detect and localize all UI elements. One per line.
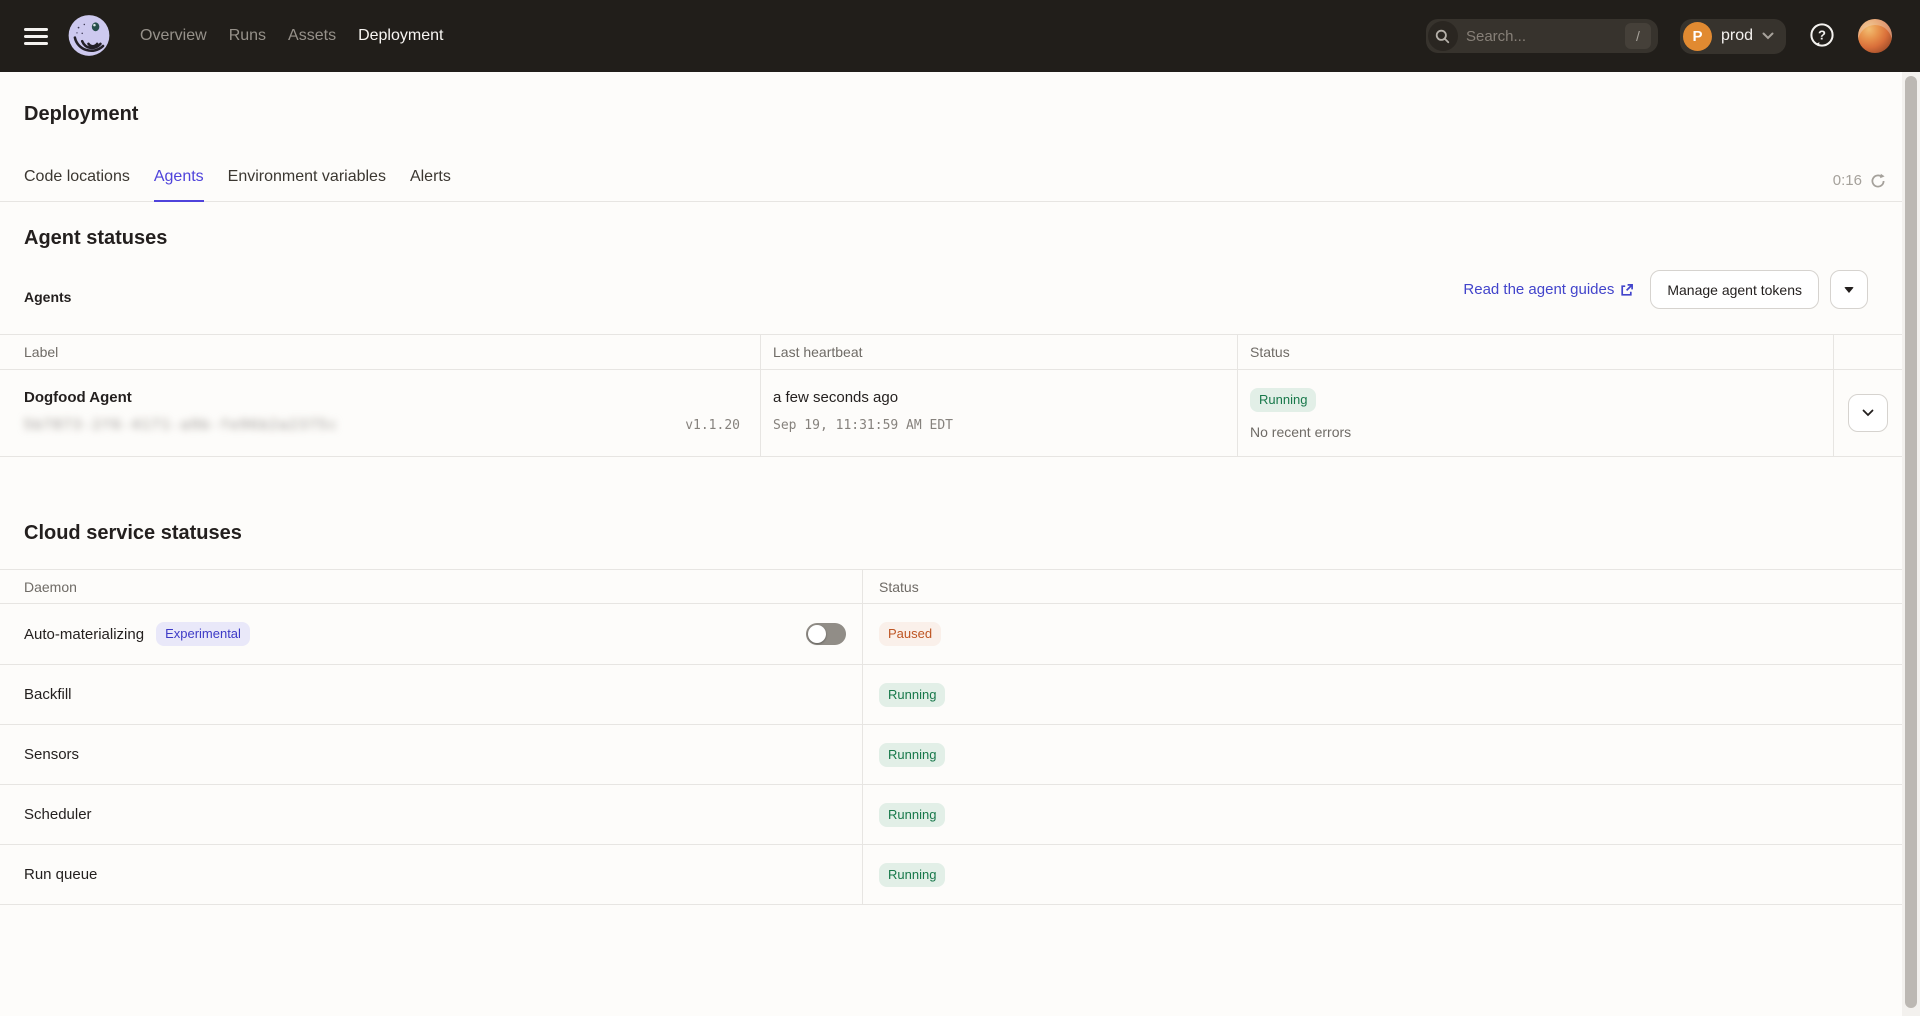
column-header-daemon: Daemon <box>0 570 862 603</box>
top-navigation-bar: Overview Runs Assets Deployment / P prod… <box>0 0 1920 72</box>
experimental-badge: Experimental <box>156 622 250 646</box>
deployment-tabs-row: Code locations Agents Environment variab… <box>0 156 1902 202</box>
agents-subhead-row: Agents Read the agent guides Manage agen… <box>0 270 1902 309</box>
agents-table: Label Last heartbeat Status Dogfood Agen… <box>0 334 1902 457</box>
svg-text:?: ? <box>1818 28 1826 43</box>
chevron-down-icon <box>1862 409 1874 417</box>
scrollbar-thumb[interactable] <box>1905 76 1917 1008</box>
daemon-name: Run queue <box>24 866 97 883</box>
agent-expand-cell <box>1833 370 1902 456</box>
agent-table-row: Dogfood Agent 5b7873-2f6-4171-a9b-fe96b2… <box>0 370 1902 456</box>
daemon-status-badge: Running <box>879 863 945 887</box>
daemon-status-cell: Running <box>862 665 1902 724</box>
agent-status-badge: Running <box>1250 388 1316 412</box>
agent-statuses-section: Agent statuses Agents Read the agent gui… <box>0 224 1902 457</box>
daemon-status-cell: Running <box>862 785 1902 844</box>
agent-statuses-heading: Agent statuses <box>0 224 1902 252</box>
page-title: Deployment <box>0 72 1902 128</box>
agents-table-header: Label Last heartbeat Status <box>0 335 1902 370</box>
agent-tokens-menu-button[interactable] <box>1830 270 1868 309</box>
tab-alerts[interactable]: Alerts <box>410 156 451 202</box>
daemon-status-cell: Running <box>862 725 1902 784</box>
daemon-row-auto-materializing: Auto-materializing Experimental Paused <box>0 604 1902 664</box>
column-header-expand <box>1833 335 1902 369</box>
refresh-countdown: 0:16 <box>1833 172 1862 189</box>
heartbeat-relative-time: a few seconds ago <box>773 388 1225 408</box>
daemon-name: Auto-materializing <box>24 626 144 643</box>
column-header-last-heartbeat: Last heartbeat <box>760 335 1237 369</box>
nav-item-runs[interactable]: Runs <box>229 27 266 45</box>
daemon-name: Sensors <box>24 746 79 763</box>
daemon-name: Backfill <box>24 686 72 703</box>
agent-name: Dogfood Agent <box>24 388 748 408</box>
tab-code-locations[interactable]: Code locations <box>24 156 130 202</box>
agent-errors-note: No recent errors <box>1250 424 1821 440</box>
daemon-status-badge: Running <box>879 683 945 707</box>
nav-item-assets[interactable]: Assets <box>288 27 336 45</box>
deployment-initial-badge: P <box>1683 22 1712 51</box>
daemon-row-scheduler: Scheduler Running <box>0 784 1902 844</box>
deployment-tabs: Code locations Agents Environment variab… <box>24 156 451 201</box>
help-icon[interactable]: ? <box>1808 22 1836 50</box>
deployment-name: prod <box>1721 27 1753 45</box>
daemon-status-badge: Running <box>879 743 945 767</box>
agents-subheading: Agents <box>24 289 71 309</box>
daemon-table: Daemon Status Auto-materializing Experim… <box>0 569 1902 905</box>
agent-heartbeat-cell: a few seconds ago Sep 19, 11:31:59 AM ED… <box>760 370 1237 456</box>
nav-item-overview[interactable]: Overview <box>140 27 207 45</box>
cloud-service-statuses-section: Cloud service statuses Daemon Status Aut… <box>0 519 1902 905</box>
agent-status-cell: Running No recent errors <box>1237 370 1833 456</box>
heartbeat-timestamp: Sep 19, 11:31:59 AM EDT <box>773 417 953 435</box>
caret-down-icon <box>1844 287 1854 293</box>
auto-materializing-toggle[interactable] <box>806 623 846 645</box>
nav-item-deployment[interactable]: Deployment <box>358 27 443 45</box>
agents-actions: Read the agent guides Manage agent token… <box>1463 270 1868 309</box>
vertical-scrollbar[interactable] <box>1902 72 1920 1016</box>
daemon-name-cell: Auto-materializing Experimental <box>0 604 862 664</box>
topnav-right-cluster: / P prod ? <box>1426 19 1892 54</box>
refresh-timer-group: 0:16 <box>1833 172 1886 201</box>
daemon-row-sensors: Sensors Running <box>0 724 1902 784</box>
user-avatar[interactable] <box>1858 19 1892 53</box>
agent-label-cell: Dogfood Agent 5b7873-2f6-4171-a9b-fe96b2… <box>0 370 760 456</box>
daemon-status-cell: Running <box>862 845 1902 904</box>
refresh-icon[interactable] <box>1870 173 1886 189</box>
agent-guides-link[interactable]: Read the agent guides <box>1463 281 1634 298</box>
chevron-down-icon <box>1762 32 1774 40</box>
deployment-page: Deployment Code locations Agents Environ… <box>0 72 1902 905</box>
dagster-logo-icon[interactable] <box>66 13 112 59</box>
column-header-label: Label <box>0 335 760 369</box>
column-header-status: Status <box>1237 335 1833 369</box>
search-input-container[interactable]: / <box>1426 19 1658 53</box>
daemon-status-cell: Paused <box>862 604 1902 664</box>
search-input[interactable] <box>1460 28 1625 45</box>
agent-row-expand-button[interactable] <box>1848 394 1888 432</box>
daemon-status-badge: Paused <box>879 622 941 646</box>
cloud-service-statuses-heading: Cloud service statuses <box>0 519 1902 547</box>
deployment-switcher[interactable]: P prod <box>1680 19 1786 54</box>
daemon-row-run-queue: Run queue Running <box>0 844 1902 904</box>
daemon-name: Scheduler <box>24 806 92 823</box>
agent-id-redacted: 5b7873-2f6-4171-a9b-fe96b2a2375c <box>24 417 338 435</box>
daemon-status-badge: Running <box>879 803 945 827</box>
menu-icon[interactable] <box>24 28 48 45</box>
search-icon <box>1428 21 1458 51</box>
manage-agent-tokens-button[interactable]: Manage agent tokens <box>1650 270 1819 309</box>
primary-nav: Overview Runs Assets Deployment <box>140 27 443 45</box>
daemon-table-header: Daemon Status <box>0 570 1902 604</box>
agent-version: v1.1.20 <box>685 417 748 435</box>
tab-agents[interactable]: Agents <box>154 156 204 202</box>
external-link-icon <box>1620 283 1634 297</box>
tab-environment-variables[interactable]: Environment variables <box>228 156 386 202</box>
daemon-row-backfill: Backfill Running <box>0 664 1902 724</box>
column-header-daemon-status: Status <box>862 570 1902 603</box>
agent-guides-link-label: Read the agent guides <box>1463 281 1614 298</box>
search-shortcut-key: / <box>1625 23 1651 49</box>
